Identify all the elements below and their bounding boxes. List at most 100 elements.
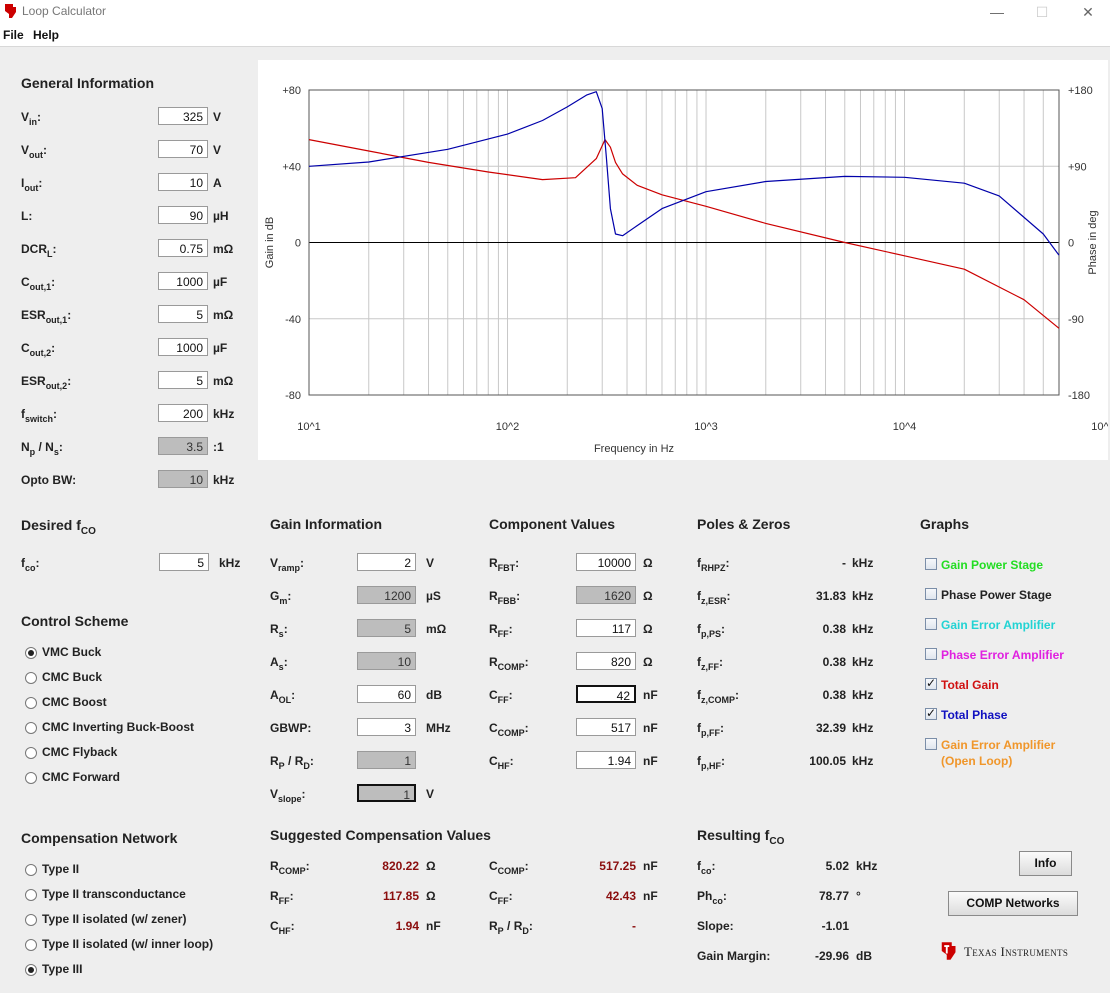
component-input-4[interactable]: 42 bbox=[576, 685, 636, 703]
control-scheme-radio-1[interactable] bbox=[25, 672, 37, 684]
pole-label-4-sub: z,COMP bbox=[701, 695, 736, 705]
minimize-button[interactable]: — bbox=[982, 2, 1012, 22]
general-input-4[interactable]: 0.75 bbox=[158, 239, 208, 257]
gain-input-4[interactable]: 60 bbox=[357, 685, 416, 703]
close-button[interactable]: ✕ bbox=[1073, 2, 1103, 22]
general-unit-8: mΩ bbox=[213, 374, 234, 388]
graph-checkbox-0[interactable] bbox=[925, 558, 937, 570]
x-axis-label: Frequency in Hz bbox=[594, 443, 674, 455]
general-label-7-suffix: : bbox=[51, 341, 56, 355]
general-label-4: DCRL: bbox=[21, 242, 57, 259]
component-input-5[interactable]: 517 bbox=[576, 718, 636, 736]
desired-fco-input[interactable]: 5 bbox=[159, 553, 209, 571]
gain-input-1: 1200 bbox=[357, 586, 416, 604]
suggested-right-label-2-text: R bbox=[489, 919, 498, 933]
component-input-3[interactable]: 820 bbox=[576, 652, 636, 670]
general-input-6[interactable]: 5 bbox=[158, 305, 208, 323]
pole-value-3: 0.38 bbox=[822, 655, 846, 669]
general-input-7[interactable]: 1000 bbox=[158, 338, 208, 356]
general-label-6-suffix: : bbox=[67, 308, 72, 322]
component-input-0[interactable]: 10000 bbox=[576, 553, 636, 571]
suggested-left-label-1-sub: FF bbox=[278, 896, 290, 906]
graph-checkbox-6[interactable] bbox=[925, 738, 937, 750]
gain-input-5[interactable]: 3 bbox=[357, 718, 416, 736]
general-input-9[interactable]: 200 bbox=[158, 404, 208, 422]
graph-checkbox-2[interactable] bbox=[925, 618, 937, 630]
control-scheme-option-5[interactable]: CMC Forward bbox=[42, 770, 120, 784]
graph-label-text-6: Gain Error Amplifier bbox=[941, 738, 1056, 752]
general-input-1[interactable]: 70 bbox=[158, 140, 208, 158]
control-scheme-option-1[interactable]: CMC Buck bbox=[42, 670, 102, 684]
component-label-0-text: R bbox=[489, 556, 498, 570]
compensation-network-radio-4[interactable] bbox=[25, 964, 37, 976]
graph-label-0[interactable]: Gain Power Stage bbox=[941, 557, 1043, 573]
graph-checkbox-5[interactable] bbox=[925, 706, 937, 720]
graph-label-2[interactable]: Gain Error Amplifier bbox=[941, 617, 1055, 633]
control-scheme-radio-4[interactable] bbox=[25, 747, 37, 759]
component-input-2[interactable]: 117 bbox=[576, 619, 636, 637]
graph-checkbox-3[interactable] bbox=[925, 648, 937, 660]
control-scheme-radio-2[interactable] bbox=[25, 697, 37, 709]
general-input-5[interactable]: 1000 bbox=[158, 272, 208, 290]
graph-label-4[interactable]: Total Gain bbox=[941, 677, 999, 693]
general-label-6-sub: out,1 bbox=[45, 315, 68, 325]
component-label-0: RFBT: bbox=[489, 556, 520, 573]
suggested-right-label-0-text: C bbox=[489, 859, 498, 873]
gain-label-6-text: R bbox=[270, 754, 279, 768]
comp-networks-button[interactable]: COMP Networks bbox=[948, 891, 1078, 916]
suggested-left-label-2-text: C bbox=[270, 919, 279, 933]
control-scheme-option-0[interactable]: VMC Buck bbox=[42, 645, 101, 659]
pole-label-5-sub: p,FF bbox=[701, 728, 720, 738]
component-unit-5: nF bbox=[643, 721, 658, 735]
component-label-1-sub: FBB bbox=[497, 596, 517, 606]
general-unit-2: A bbox=[213, 176, 222, 190]
general-label-5-suffix: : bbox=[51, 275, 56, 289]
gain-input-0[interactable]: 2 bbox=[357, 553, 416, 571]
compensation-network-option-0[interactable]: Type II bbox=[42, 862, 79, 876]
maximize-button[interactable]: ☐ bbox=[1027, 2, 1057, 22]
compensation-network-option-3[interactable]: Type II isolated (w/ inner loop) bbox=[42, 937, 213, 951]
pole-unit-4: kHz bbox=[852, 688, 874, 702]
control-scheme-radio-5[interactable] bbox=[25, 772, 37, 784]
general-input-11: 10 bbox=[158, 470, 208, 488]
control-scheme-option-2[interactable]: CMC Boost bbox=[42, 695, 107, 709]
compensation-network-option-1[interactable]: Type II transconductance bbox=[42, 887, 186, 901]
general-input-8[interactable]: 5 bbox=[158, 371, 208, 389]
graph-label-text-1: Phase Power Stage bbox=[941, 588, 1052, 602]
y-right-axis-label: Phase in deg bbox=[1087, 210, 1099, 274]
graph-label-5[interactable]: Total Phase bbox=[941, 707, 1007, 723]
control-scheme-radio-0[interactable] bbox=[25, 647, 37, 659]
component-input-6[interactable]: 1.94 bbox=[576, 751, 636, 769]
general-label-9-sub: switch bbox=[25, 414, 54, 424]
resulting-value-0: 5.02 bbox=[825, 859, 849, 873]
compensation-network-radio-1[interactable] bbox=[25, 889, 37, 901]
graph-label-6[interactable]: Gain Error Amplifier (Open Loop) bbox=[941, 737, 1055, 769]
general-input-2[interactable]: 10 bbox=[158, 173, 208, 191]
graph-label-1[interactable]: Phase Power Stage bbox=[941, 587, 1052, 603]
menu-file[interactable]: File bbox=[3, 28, 24, 42]
gain-unit-5: MHz bbox=[426, 721, 451, 735]
graph-checkbox-1[interactable] bbox=[925, 588, 937, 600]
compensation-network-option-4[interactable]: Type III bbox=[42, 962, 82, 976]
menu-help[interactable]: Help bbox=[33, 28, 59, 42]
general-input-3[interactable]: 90 bbox=[158, 206, 208, 224]
gain-label-1: Gm: bbox=[270, 589, 292, 606]
general-input-0[interactable]: 325 bbox=[158, 107, 208, 125]
y-right-tick-1: +90 bbox=[1068, 161, 1087, 173]
general-label-5-text: C bbox=[21, 275, 30, 289]
compensation-network-radio-0[interactable] bbox=[25, 864, 37, 876]
control-scheme-option-3[interactable]: CMC Inverting Buck-Boost bbox=[42, 720, 194, 734]
compensation-network-radio-2[interactable] bbox=[25, 914, 37, 926]
pole-unit-6: kHz bbox=[852, 754, 874, 768]
graph-label-3[interactable]: Phase Error Amplifier bbox=[941, 647, 1064, 663]
control-scheme-option-4[interactable]: CMC Flyback bbox=[42, 745, 117, 759]
compensation-network-option-2[interactable]: Type II isolated (w/ zener) bbox=[42, 912, 186, 926]
gain-label-4-text: A bbox=[270, 688, 279, 702]
resulting-unit-3: dB bbox=[856, 949, 872, 963]
info-button[interactable]: Info bbox=[1019, 851, 1072, 876]
pole-label-6: fp,HF: bbox=[697, 754, 725, 771]
gain-label-3-text: A bbox=[270, 655, 279, 669]
control-scheme-radio-3[interactable] bbox=[25, 722, 37, 734]
compensation-network-radio-3[interactable] bbox=[25, 939, 37, 951]
graph-checkbox-4[interactable] bbox=[925, 676, 937, 690]
